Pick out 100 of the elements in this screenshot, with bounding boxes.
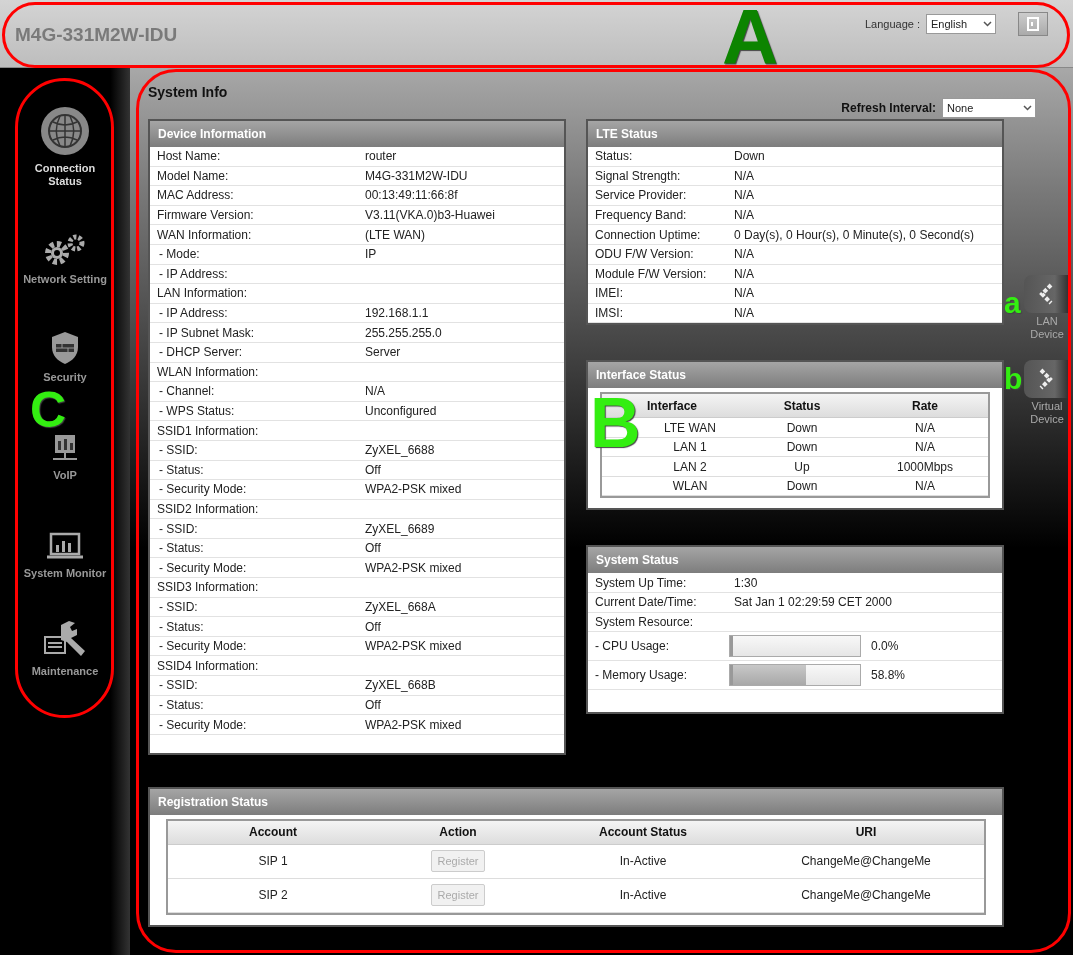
side-tab-button[interactable] (1024, 275, 1068, 313)
refresh-interval-select[interactable]: None (942, 98, 1036, 118)
field-value: Off (365, 619, 382, 634)
field-label: Module F/W Version: (595, 266, 708, 281)
field-label: - Security Mode: (158, 560, 248, 575)
table-cell: ChangeMe@ChangeMe (748, 844, 984, 879)
sidebar-item[interactable]: Security (43, 371, 87, 384)
field-label: - SSID: (158, 443, 199, 458)
field-label: - CPU Usage: (595, 639, 671, 654)
field-label: Status: (595, 149, 634, 164)
sidebar-item[interactable]: Connection Status (17, 162, 113, 188)
field-label: Host Name: (157, 149, 222, 164)
table-cell: LAN 2 (602, 457, 742, 477)
field-label: - Security Mode: (158, 482, 248, 497)
field-value: Off (365, 462, 382, 477)
card-title: Registration Status (150, 788, 1002, 815)
table-cell: N/A (862, 437, 988, 458)
annotation-letter: a (1004, 288, 1021, 318)
globe-icon (40, 106, 90, 156)
field-value: N/A (734, 188, 755, 203)
sidebar-item[interactable]: System Monitor (23, 567, 107, 580)
column-header: URI (748, 820, 984, 845)
field-value: WPA2-PSK mixed (365, 639, 463, 654)
field-label: - Status: (158, 697, 205, 712)
side-tab-label: LAN Device (1029, 315, 1065, 341)
sidebar-item[interactable]: Maintenance (31, 665, 99, 678)
field-value: Off (365, 697, 382, 712)
field-label: - IP Address: (158, 306, 229, 321)
field-label: Signal Strength: (595, 168, 682, 183)
field-value: Off (365, 541, 382, 556)
field-value: ZyXEL_668A (365, 599, 437, 614)
field-value: N/A (734, 306, 755, 321)
table-cell: Down (742, 437, 862, 458)
field-value: N/A (734, 208, 755, 223)
card-title: LTE Status (588, 121, 1002, 147)
field-value: ZyXEL_668B (365, 678, 437, 693)
column-header: Account Status (538, 820, 748, 845)
table-cell: ChangeMe@ChangeMe (748, 878, 984, 913)
logout-button[interactable] (1018, 12, 1048, 36)
field-label: WLAN Information: (157, 364, 260, 379)
field-label: SSID3 Information: (157, 580, 260, 595)
field-label: - Memory Usage: (595, 668, 689, 683)
field-label: WAN Information: (157, 227, 253, 242)
table-cell: Down (742, 476, 862, 497)
field-label: MAC Address: (157, 188, 235, 203)
field-value: N/A (734, 247, 755, 262)
sidebar-item[interactable]: VoIP (53, 469, 77, 482)
field-label: Current Date/Time: (595, 595, 698, 610)
field-value: 00:13:49:11:66:8f (365, 188, 459, 203)
language-select[interactable]: English (926, 14, 996, 34)
field-label: - Channel: (158, 384, 216, 399)
field-value: V3.11(VKA.0)b3-Huawei (365, 208, 496, 223)
field-label: - SSID: (158, 599, 199, 614)
chart-monitor-icon (46, 531, 84, 561)
column-header: Status (742, 394, 862, 419)
field-label: System Up Time: (595, 575, 688, 590)
field-label: - Security Mode: (158, 639, 248, 654)
field-label: - WPS Status: (158, 404, 236, 418)
field-value: 0 Day(s), 0 Hour(s), 0 Minute(s), 0 Second(s) (734, 227, 976, 242)
field-label: Connection Uptime: (595, 227, 702, 242)
field-label: Frequency Band: (595, 208, 688, 223)
table-cell: Up (742, 457, 862, 477)
table-cell: In-Active (538, 878, 748, 913)
side-tab-button[interactable] (1024, 360, 1068, 398)
field-value: M4G-331M2W-IDU (365, 168, 469, 183)
annotation-letter: C (30, 385, 67, 435)
column-header: Account (168, 820, 378, 845)
table-cell: WLAN (602, 476, 742, 497)
field-value: N/A (734, 168, 755, 183)
card-title: Interface Status (588, 362, 1002, 389)
table-cell: In-Active (538, 844, 748, 879)
field-value: Down (734, 149, 766, 164)
device-model-title: M4G-331M2W-IDU (15, 24, 178, 46)
field-value: router (365, 149, 398, 164)
field-value: WPA2-PSK mixed (365, 717, 463, 732)
field-label: SSID1 Information: (157, 423, 260, 438)
field-label: Service Provider: (595, 188, 688, 203)
annotation-letter: b (1004, 364, 1023, 394)
field-value: Unconfigured (365, 404, 438, 418)
shield-icon (50, 331, 80, 365)
field-label: IMEI: (595, 286, 624, 301)
field-label: - Status: (158, 541, 205, 556)
column-header: Rate (862, 394, 988, 419)
field-label: ODU F/W Version: (595, 247, 695, 262)
field-label: - IP Subnet Mask: (158, 325, 256, 340)
field-label: System Resource: (595, 614, 695, 629)
field-label: SSID4 Information: (157, 658, 260, 673)
field-value: ZyXEL_6688 (365, 443, 436, 458)
sidebar-item[interactable]: Network Setting (23, 273, 107, 286)
side-tab-label: Virtual Device (1029, 400, 1065, 426)
table-cell: N/A (862, 476, 988, 497)
table-cell: N/A (862, 418, 988, 438)
field-value: (LTE WAN) (365, 227, 426, 242)
field-label: IMSI: (595, 306, 624, 321)
field-value: N/A (734, 266, 755, 281)
table-cell: Down (742, 418, 862, 438)
field-label: - Mode: (158, 247, 201, 262)
annotation-letter: A (722, 0, 779, 76)
card-title: System Status (588, 547, 1002, 574)
field-value: WPA2-PSK mixed (365, 482, 463, 497)
